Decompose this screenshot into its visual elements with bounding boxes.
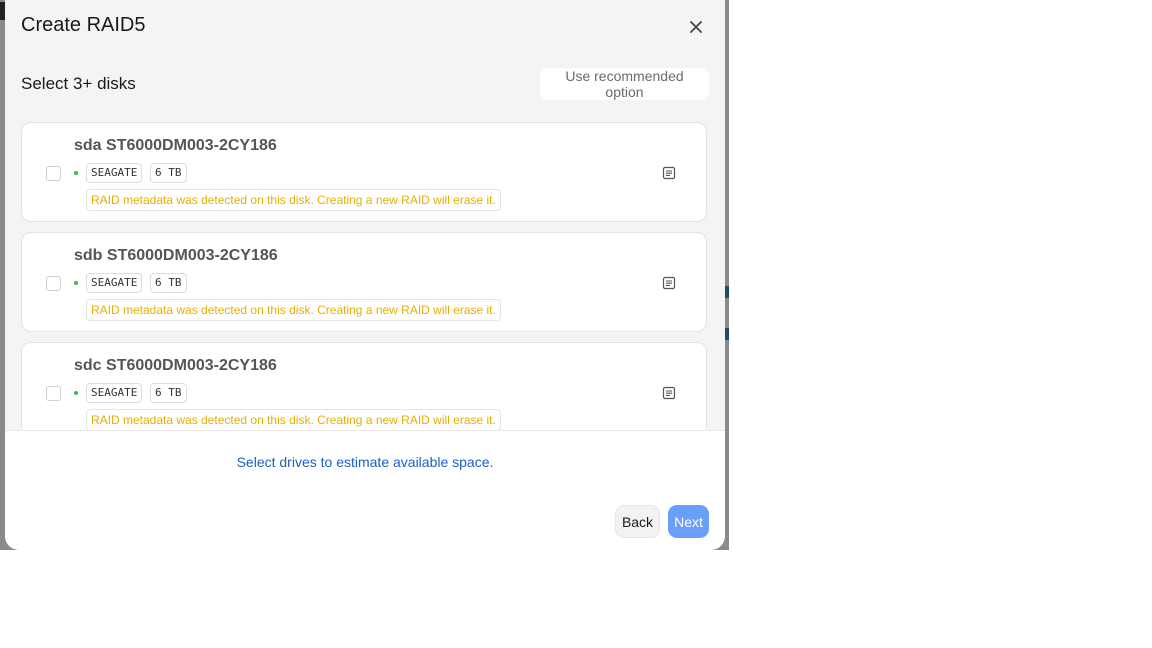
disk-name: sdb ST6000DM003-2CY186 <box>74 247 278 264</box>
create-raid-dialog: Create RAID5 Select 3+ disks Use recomme… <box>5 0 725 550</box>
back-button[interactable]: Back <box>615 505 660 538</box>
close-icon <box>690 21 702 33</box>
size-tag: 6 TB <box>150 163 187 183</box>
close-button[interactable] <box>685 16 707 38</box>
disk-status-dot <box>74 391 78 395</box>
details-icon[interactable] <box>662 276 676 290</box>
space-estimate-text: Select drives to estimate available spac… <box>236 454 494 470</box>
raid-metadata-warning: RAID metadata was detected on this disk.… <box>86 299 501 321</box>
size-tag: 6 TB <box>150 273 187 293</box>
raid-metadata-warning: RAID metadata was detected on this disk.… <box>86 189 501 211</box>
disk-checkbox[interactable] <box>46 166 61 181</box>
vendor-tag: SEAGATE <box>86 273 143 293</box>
disk-list[interactable]: sda ST6000DM003-2CY186 SEAGATE 6 TB RAID… <box>5 122 725 430</box>
use-recommended-button[interactable]: Use recommended option <box>540 68 709 100</box>
dialog-footer: Select drives to estimate available spac… <box>5 430 725 550</box>
disk-status-dot <box>74 281 78 285</box>
disk-checkbox[interactable] <box>46 276 61 291</box>
disk-checkbox[interactable] <box>46 386 61 401</box>
raid-metadata-warning: RAID metadata was detected on this disk.… <box>86 409 501 430</box>
disk-card-sdc[interactable]: sdc ST6000DM003-2CY186 SEAGATE 6 TB RAID… <box>21 342 707 430</box>
disk-card-sda[interactable]: sda ST6000DM003-2CY186 SEAGATE 6 TB RAID… <box>21 122 707 222</box>
select-disks-heading: Select 3+ disks <box>21 74 136 93</box>
disk-name: sda ST6000DM003-2CY186 <box>74 137 277 154</box>
vendor-tag: SEAGATE <box>86 163 143 183</box>
disk-name: sdc ST6000DM003-2CY186 <box>74 357 277 374</box>
details-icon[interactable] <box>662 166 676 180</box>
next-button[interactable]: Next <box>668 505 709 538</box>
vendor-tag: SEAGATE <box>86 383 143 403</box>
size-tag: 6 TB <box>150 383 187 403</box>
dialog-title: Create RAID5 <box>21 14 146 36</box>
disk-card-sdb[interactable]: sdb ST6000DM003-2CY186 SEAGATE 6 TB RAID… <box>21 232 707 332</box>
disk-status-dot <box>74 171 78 175</box>
details-icon[interactable] <box>662 386 676 400</box>
